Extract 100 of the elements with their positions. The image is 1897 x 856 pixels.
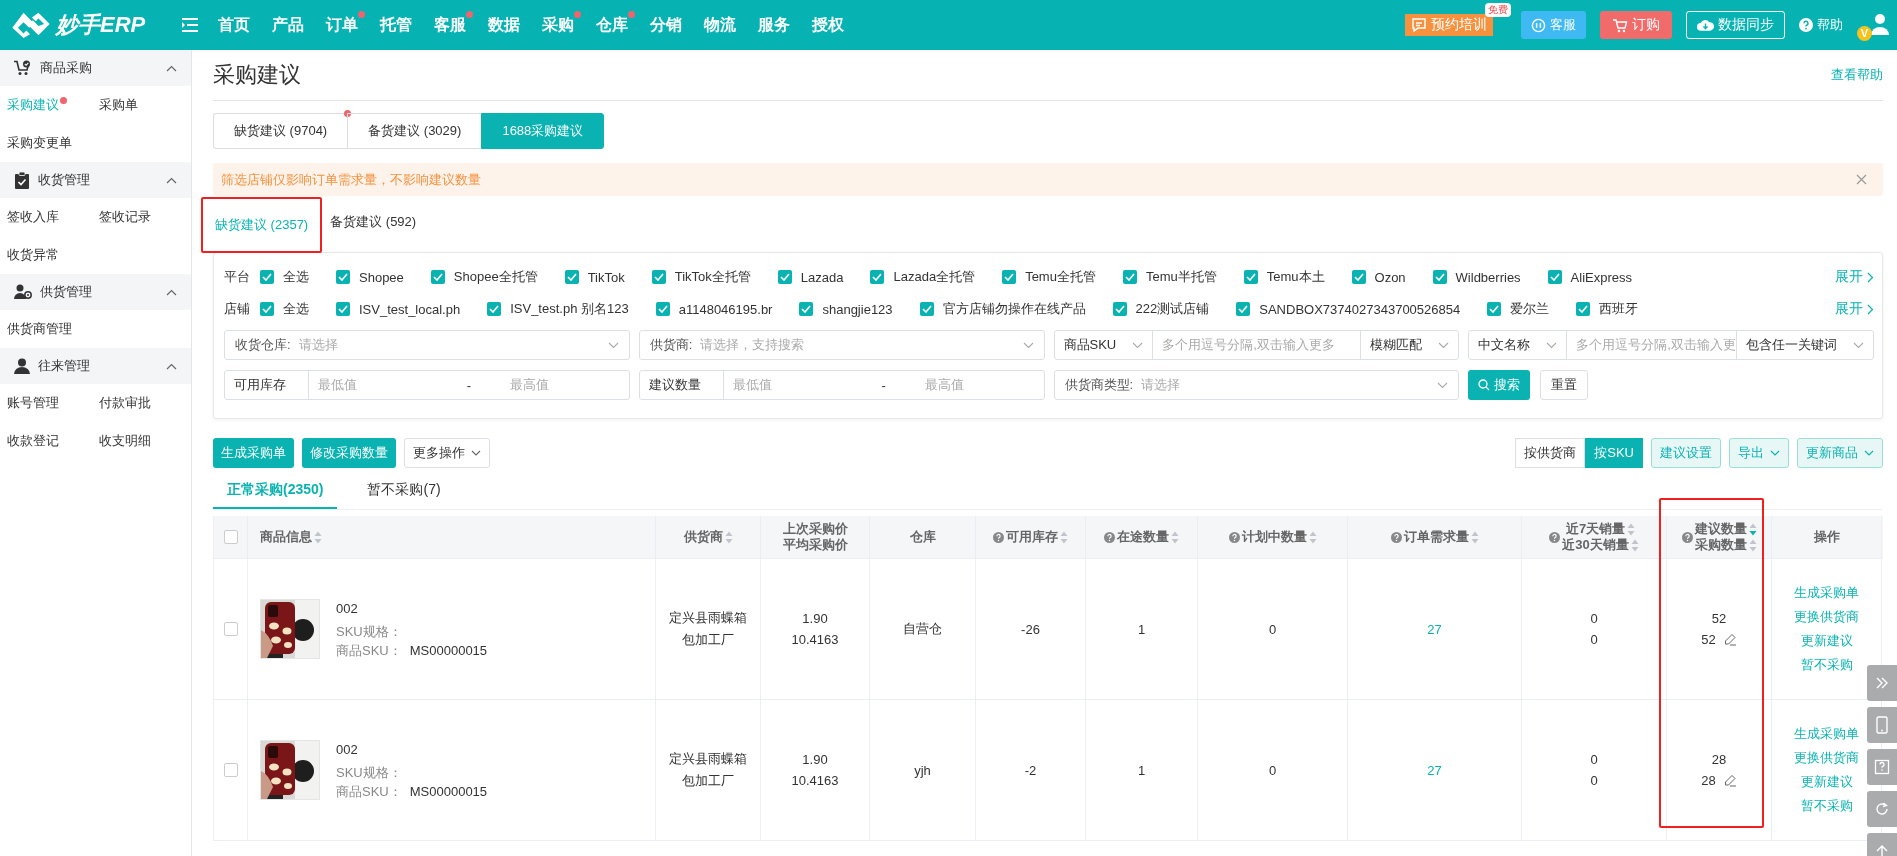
row-checkbox[interactable] <box>223 763 238 777</box>
checkbox[interactable] <box>1576 302 1591 316</box>
nav-item[interactable]: 订单 <box>326 14 380 36</box>
checkbox[interactable] <box>799 302 814 316</box>
select-field[interactable]: 供货商: 请选择，支持搜索 <box>638 330 1045 360</box>
select-field[interactable]: 收货仓库: 请选择 <box>224 330 630 360</box>
sidebar-item[interactable]: 签收记录 <box>99 198 191 236</box>
sidebar-item[interactable]: 签收入库 <box>7 198 99 236</box>
sort-icon[interactable] <box>1748 522 1757 536</box>
column-header[interactable]: 商品信息 <box>260 529 312 545</box>
select-field[interactable]: 供货商类型: 请选择 <box>1053 370 1460 400</box>
row-action-link[interactable]: 更新建议 <box>1800 773 1853 791</box>
sub-tab[interactable]: 备货建议 (592) <box>330 214 417 229</box>
sync-button[interactable]: 数据同步 <box>1686 11 1785 39</box>
checkbox[interactable] <box>1002 270 1017 284</box>
tab[interactable]: 1688采购建议 <box>481 113 605 149</box>
avatar[interactable]: V <box>1857 12 1889 38</box>
row-action-link[interactable]: 暂不采购 <box>1800 797 1853 815</box>
select-all-checkbox[interactable] <box>223 530 238 544</box>
view-toggle[interactable]: 按供货商 <box>1515 438 1586 468</box>
checkbox[interactable] <box>336 270 350 284</box>
sidebar-item[interactable]: 采购单 <box>99 86 191 124</box>
settings-button[interactable]: 建议设置 <box>1651 438 1721 468</box>
nav-item[interactable]: 产品 <box>272 14 326 36</box>
checkbox[interactable] <box>1236 302 1251 316</box>
help-link[interactable]: 查看帮助 <box>1831 66 1883 84</box>
nav-item[interactable]: 数据 <box>488 14 542 36</box>
checkbox[interactable] <box>1432 270 1447 284</box>
nav-item[interactable]: 托管 <box>380 14 434 36</box>
view-toggle[interactable]: 按SKU <box>1585 438 1643 468</box>
column-header[interactable]: 采购数量 <box>1694 537 1747 553</box>
sidebar-item[interactable]: 采购变更单 <box>7 124 99 162</box>
checkbox[interactable] <box>1112 302 1127 316</box>
sort-icon[interactable] <box>1748 538 1757 552</box>
order-demand-link[interactable]: 27 <box>1427 621 1442 637</box>
checkbox[interactable] <box>260 270 274 284</box>
checkbox[interactable] <box>487 302 502 316</box>
order-demand-link[interactable]: 27 <box>1427 762 1442 778</box>
edit-icon[interactable] <box>1723 774 1737 787</box>
refresh-button[interactable] <box>1867 791 1897 827</box>
action-button[interactable]: 修改采购数量 <box>302 438 396 468</box>
column-header[interactable]: 近30天销量 <box>1562 537 1629 553</box>
row-action-link[interactable]: 生成采购单 <box>1794 725 1859 743</box>
tab[interactable]: 备货建议 (3029) <box>347 113 482 149</box>
close-icon[interactable] <box>1856 174 1867 185</box>
column-header[interactable]: 在途数量 <box>1117 529 1169 545</box>
nav-item[interactable]: 物流 <box>704 14 758 36</box>
checkbox[interactable] <box>919 302 934 316</box>
tab[interactable]: 缺货建议 (9704) <box>213 113 348 149</box>
menu-icon[interactable] <box>182 18 198 32</box>
sidebar-item[interactable]: 收款登记 <box>7 422 99 460</box>
column-header[interactable]: 建议数量 <box>1694 521 1747 537</box>
order-button[interactable]: 订购 <box>1600 11 1672 39</box>
column-header[interactable]: 近7天销量 <box>1565 521 1626 537</box>
help-button[interactable]: 帮助 <box>1799 11 1843 39</box>
checkbox[interactable] <box>260 302 274 316</box>
checkbox[interactable] <box>1351 270 1366 284</box>
dropdown-button[interactable]: 更多操作 <box>404 438 490 468</box>
row-action-link[interactable]: 更换供货商 <box>1794 608 1859 626</box>
sub-tab[interactable]: 缺货建议 (2357) <box>215 217 309 232</box>
sidebar-item[interactable]: 采购建议 <box>7 86 99 124</box>
sidebar-group-header[interactable]: 收货管理 <box>0 162 191 198</box>
manual-button[interactable] <box>1867 749 1897 785</box>
nav-item[interactable]: 首页 <box>218 14 272 36</box>
table-tab[interactable]: 暂不采购(7) <box>353 481 455 509</box>
sidebar-item[interactable]: 收支明细 <box>99 422 191 460</box>
column-header[interactable]: 计划中数量 <box>1241 529 1307 545</box>
row-action-link[interactable]: 更换供货商 <box>1794 749 1859 767</box>
nav-item[interactable]: 仓库 <box>596 14 650 36</box>
nav-item[interactable]: 授权 <box>812 14 866 36</box>
column-header[interactable]: 供货商 <box>683 529 723 545</box>
sort-icon[interactable] <box>1630 538 1639 552</box>
checkbox[interactable] <box>1547 270 1562 284</box>
sort-icon[interactable] <box>1627 522 1636 536</box>
edit-icon[interactable] <box>1723 633 1737 646</box>
sort-icon[interactable] <box>314 530 322 544</box>
nav-item[interactable]: 采购 <box>542 14 596 36</box>
checkbox[interactable] <box>336 302 350 316</box>
column-header[interactable]: 订单需求量 <box>1403 529 1469 545</box>
sort-icon[interactable] <box>1171 530 1179 544</box>
row-checkbox[interactable] <box>223 622 238 636</box>
service-button[interactable]: 客服 <box>1521 11 1586 39</box>
sort-icon[interactable] <box>1308 530 1317 544</box>
reset-button[interactable]: 重置 <box>1540 370 1589 400</box>
checkbox[interactable] <box>430 270 445 284</box>
sidebar-item[interactable]: 账号管理 <box>7 384 99 422</box>
checkbox[interactable] <box>651 270 666 284</box>
collapse-button[interactable] <box>1867 665 1897 701</box>
training-button[interactable]: 预约培训 <box>1405 14 1493 36</box>
checkbox[interactable] <box>1122 270 1137 284</box>
table-tab[interactable]: 正常采购(2350) <box>213 481 338 509</box>
sidebar-group-header[interactable]: 供货管理 <box>0 274 191 310</box>
checkbox[interactable] <box>1487 302 1502 316</box>
dropdown-button[interactable]: 更新商品 <box>1797 438 1883 468</box>
sidebar-group-header[interactable]: 商品采购 <box>0 50 191 86</box>
sidebar-item[interactable]: 供货商管理 <box>7 310 99 348</box>
checkbox[interactable] <box>777 270 792 284</box>
action-button[interactable]: 生成采购单 <box>213 438 294 468</box>
sidebar-item[interactable]: 收货异常 <box>7 236 99 274</box>
nav-item[interactable]: 服务 <box>758 14 812 36</box>
